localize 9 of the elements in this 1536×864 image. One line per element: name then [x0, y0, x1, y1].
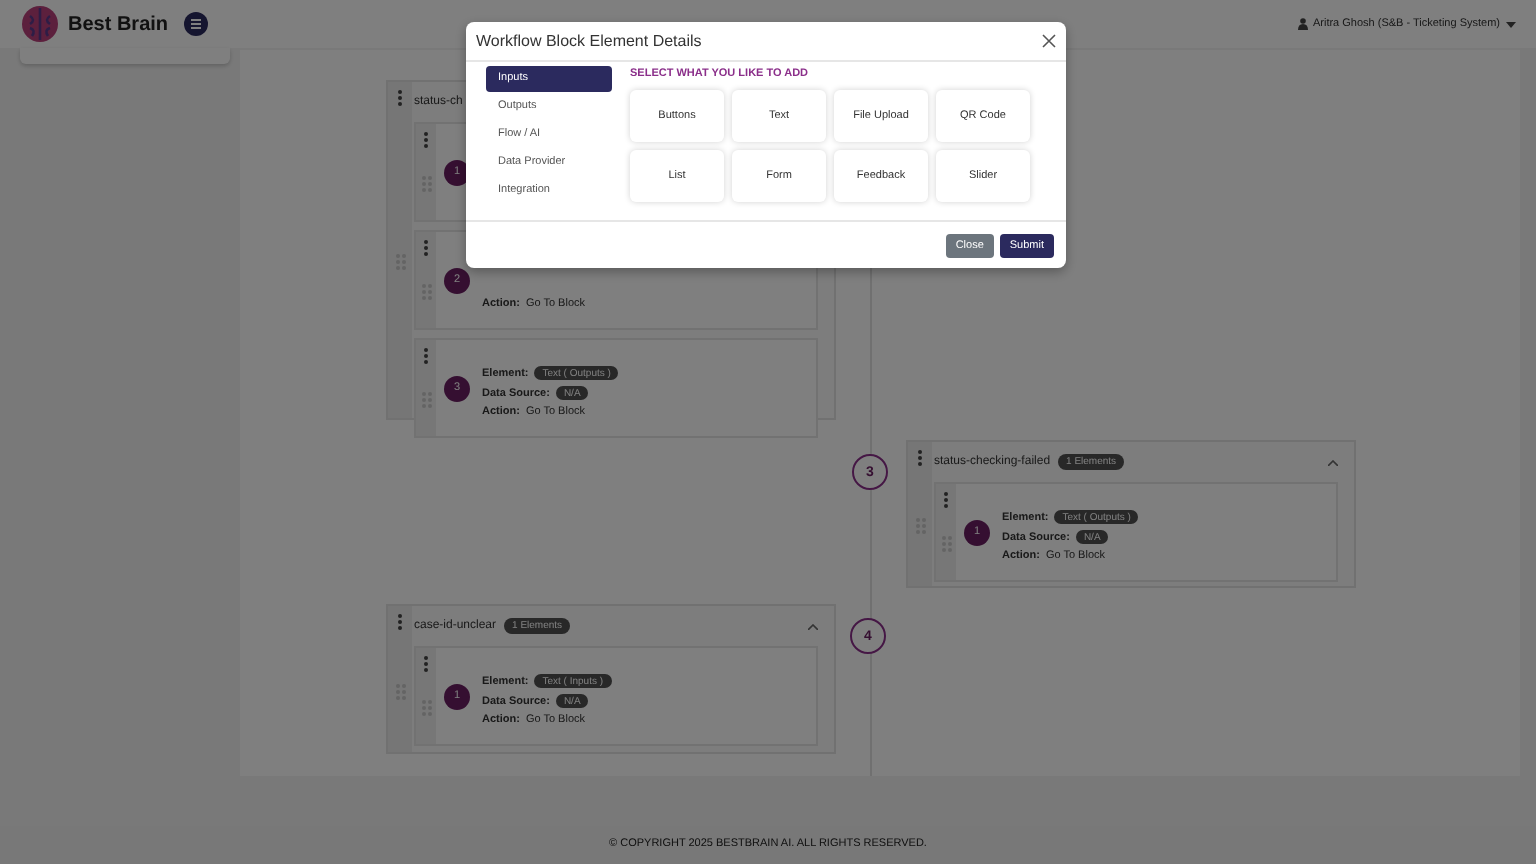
user-icon — [1298, 18, 1309, 30]
chevron-icon[interactable] — [1328, 459, 1338, 465]
close-icon[interactable] — [1042, 34, 1056, 48]
menu-icon[interactable] — [184, 12, 209, 36]
caret-icon — [1506, 21, 1516, 27]
chevron-icon[interactable] — [808, 623, 818, 629]
logo-icon — [20, 4, 60, 44]
dialog-title: Workflow Block Element Details — [476, 32, 702, 50]
brand-name: Best Brain — [68, 13, 169, 35]
